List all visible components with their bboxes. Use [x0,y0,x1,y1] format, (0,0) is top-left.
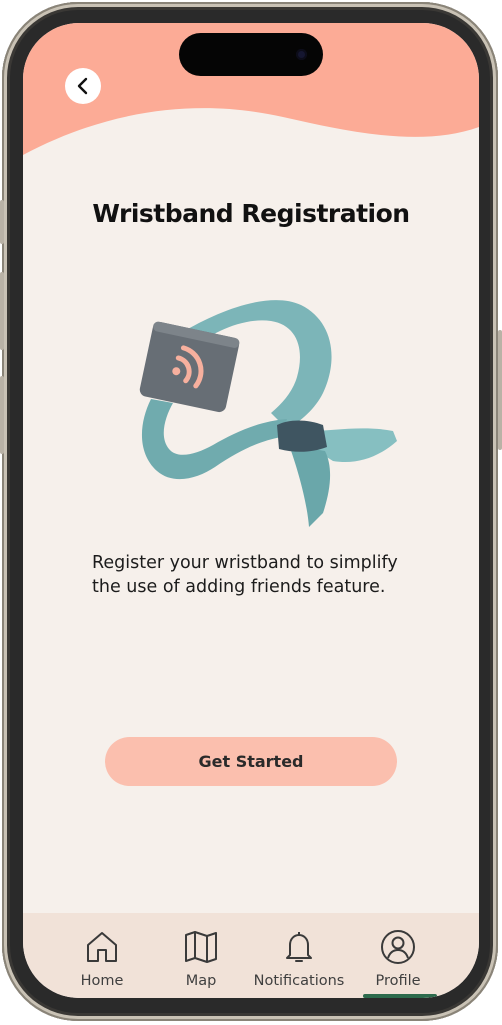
description-line-1: Register your wristband to simplify [92,553,398,573]
tab-home[interactable]: Home [47,913,157,998]
bottom-tab-bar: Home Map Notifications Profile [23,913,479,998]
power-button [498,330,502,450]
chevron-left-icon [77,77,88,95]
active-tab-indicator [363,994,437,998]
volume-down-button [0,376,4,454]
tab-home-label: Home [80,973,124,989]
description-text: Register your wristband to simplify the … [92,551,432,599]
dynamic-island [179,33,323,76]
page-title: Wristband Registration [92,199,410,228]
tab-profile-label: Profile [375,973,421,989]
volume-up-button [0,272,4,350]
tab-map[interactable]: Map [146,913,256,998]
map-icon [185,931,217,963]
profile-icon [381,930,415,964]
tab-notifications-label: Notifications [253,973,345,989]
tab-map-label: Map [185,973,217,989]
app-screen: Wristband Registration Register your wri… [23,23,479,998]
get-started-button[interactable]: Get Started [105,737,397,786]
tab-profile[interactable]: Profile [343,913,453,998]
tab-notifications[interactable]: Notifications [244,913,354,998]
wristband-illustration [139,300,397,527]
action-button [0,200,4,244]
camera-icon [296,49,307,60]
home-icon [87,932,117,962]
bell-icon [286,932,312,962]
back-button[interactable] [65,68,101,104]
description-line-2: the use of adding friends feature. [92,577,386,597]
